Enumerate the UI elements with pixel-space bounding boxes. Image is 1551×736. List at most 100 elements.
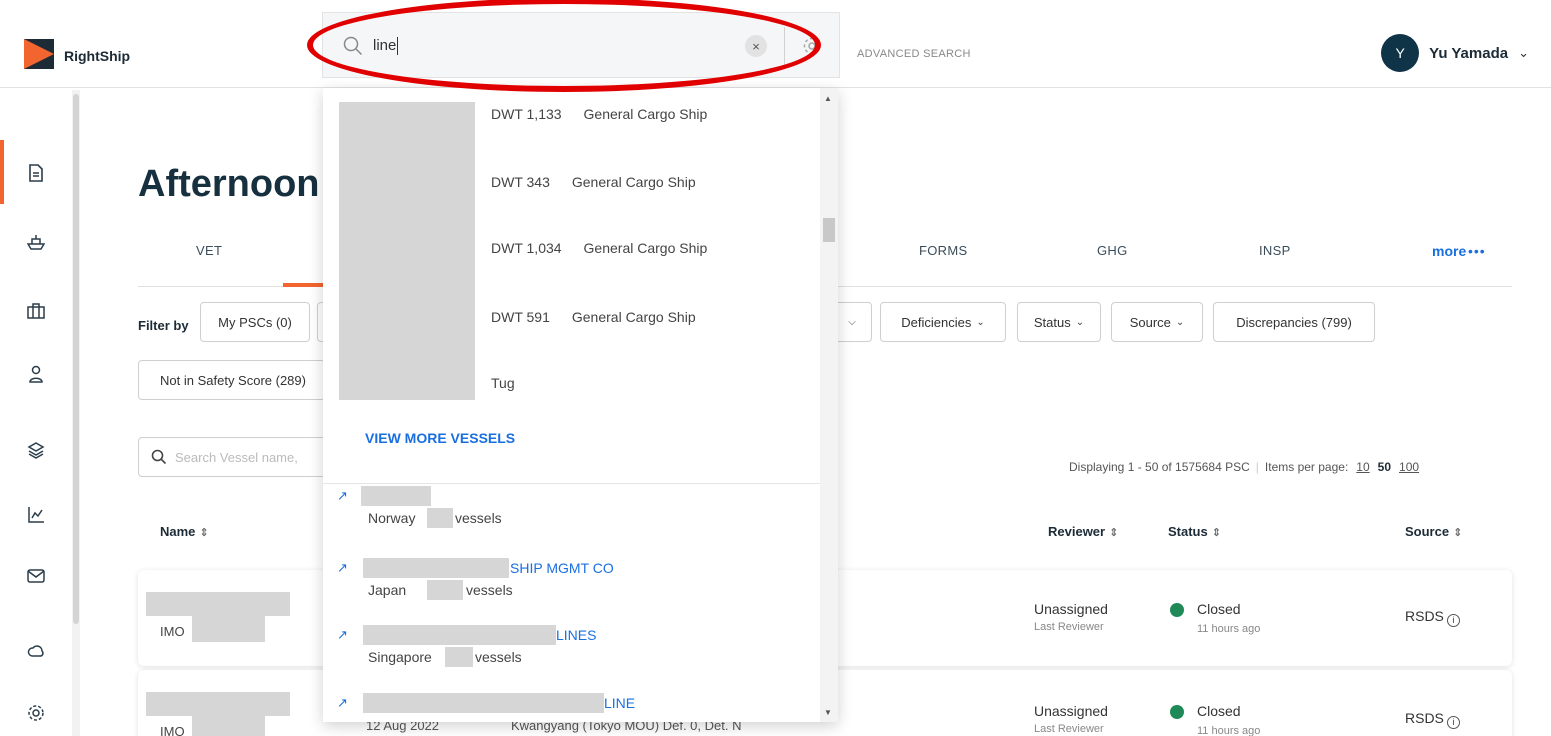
dropdown-scrollbar[interactable] <box>820 88 838 722</box>
scroll-down-arrow-icon[interactable]: ▼ <box>824 708 832 717</box>
vessel-search-input[interactable]: Search Vessel name, <box>138 437 338 477</box>
external-link-icon: ↗ <box>337 627 348 642</box>
document-icon[interactable] <box>25 162 47 184</box>
filter-chip-partial-right[interactable]: ⌵ <box>832 302 872 342</box>
column-header-reviewer[interactable]: Reviewer ⇕ <box>1048 524 1118 539</box>
rightship-logo-icon[interactable] <box>24 39 54 69</box>
info-icon[interactable]: i <box>1446 614 1460 627</box>
chart-icon[interactable] <box>25 504 47 526</box>
company-name-suffix: LINE <box>604 695 636 711</box>
vessel-result[interactable]: Tug <box>491 375 515 391</box>
more-dots-icon[interactable]: ••• <box>1468 243 1486 259</box>
view-more-vessels-link[interactable]: VIEW MORE VESSELS <box>365 430 515 446</box>
status-closed-dot <box>1170 603 1184 617</box>
items-per-page-10[interactable]: 10 <box>1356 460 1369 474</box>
status-time: 11 hours ago <box>1197 623 1261 635</box>
advanced-search-link[interactable]: ADVANCED SEARCH <box>857 48 971 60</box>
dropdown-divider <box>323 483 820 484</box>
search-query-value: line <box>373 36 397 54</box>
chevron-down-icon: ⌄ <box>1518 45 1529 60</box>
redacted-vessel-image <box>339 102 475 400</box>
user-menu[interactable]: Y Yu Yamada ⌄ <box>1381 34 1529 72</box>
global-search-bar[interactable]: line × <box>322 12 840 78</box>
vessel-result[interactable]: DWT 1,133 General Cargo Ship <box>491 106 707 122</box>
vessel-dwt: DWT 1,034 <box>491 240 562 256</box>
search-icon <box>343 36 363 56</box>
column-header-status[interactable]: Status ⇕ <box>1168 524 1221 539</box>
redacted-vessel-name <box>146 692 290 716</box>
redacted-imo-number <box>192 716 265 736</box>
search-settings-icon[interactable] <box>799 33 825 59</box>
status-value: Closed <box>1197 601 1241 617</box>
source-value: RSDS <box>1405 608 1444 624</box>
left-sidebar <box>0 88 70 736</box>
items-per-page-100[interactable]: 100 <box>1399 460 1419 474</box>
chevron-down-icon: ⌵ <box>848 316 856 328</box>
scroll-up-arrow-icon[interactable]: ▲ <box>824 94 832 103</box>
filter-not-in-safety-score[interactable]: Not in Safety Score (289) <box>138 360 328 400</box>
filter-my-pscs[interactable]: My PSCs (0) <box>200 302 310 342</box>
filter-deficiencies[interactable]: Deficiencies ⌄ <box>880 302 1006 342</box>
vessel-dwt: DWT 591 <box>491 309 550 325</box>
ship-icon[interactable] <box>25 231 47 253</box>
tab-insp[interactable]: INSP <box>1259 243 1291 258</box>
column-header-source[interactable]: Source ⇕ <box>1405 524 1462 539</box>
filter-source[interactable]: Source ⌄ <box>1111 302 1203 342</box>
status-value: Closed <box>1197 703 1241 719</box>
reviewer-sub-label: Last Reviewer <box>1034 621 1104 633</box>
company-result[interactable]: ↗ SHIP MGMT CO Japan vessels <box>337 558 817 608</box>
avatar: Y <box>1381 34 1420 72</box>
sort-icon: ⇕ <box>1109 527 1119 539</box>
reviewer-sub-label: Last Reviewer <box>1034 723 1104 735</box>
settings-icon[interactable] <box>25 702 47 724</box>
sort-icon: ⇕ <box>1211 527 1221 539</box>
vessel-type: General Cargo Ship <box>583 106 708 122</box>
vessel-type: Tug <box>491 375 515 391</box>
pagination-info: Displaying 1 - 50 of 1575684 PSC | Items p… <box>1069 460 1420 474</box>
company-name-suffix: SHIP MGMT CO <box>510 560 614 576</box>
items-per-page-50[interactable]: 50 <box>1378 460 1391 474</box>
tab-vet[interactable]: VET <box>196 243 222 258</box>
redacted-vessel-count <box>427 508 453 528</box>
sidebar-scrollbar-thumb[interactable] <box>73 94 79 624</box>
page-greeting: Afternoon <box>138 163 320 205</box>
vessel-dwt: DWT 1,133 <box>491 106 562 122</box>
briefcase-icon[interactable] <box>25 300 47 322</box>
vessel-result[interactable]: DWT 1,034 General Cargo Ship <box>491 240 707 256</box>
company-result[interactable]: ↗ LINE <box>337 693 817 722</box>
info-icon[interactable]: i <box>1446 716 1460 729</box>
search-divider <box>784 27 785 65</box>
company-vessels-label: vessels <box>455 510 502 526</box>
tab-more[interactable]: more <box>1432 243 1466 259</box>
vessel-type: General Cargo Ship <box>571 174 696 190</box>
user-name: Yu Yamada <box>1429 44 1509 62</box>
column-header-name[interactable]: Name ⇕ <box>160 524 209 539</box>
vessel-dwt: DWT 343 <box>491 174 550 190</box>
filter-source-label: Source <box>1129 314 1171 330</box>
tab-ghg[interactable]: GHG <box>1097 243 1128 258</box>
status-closed-dot <box>1170 705 1184 719</box>
chevron-down-icon: ⌄ <box>1075 316 1085 328</box>
dropdown-scrollbar-thumb[interactable] <box>823 218 835 242</box>
column-name-label: Name <box>160 524 196 539</box>
filter-not-in-safety-score-label: Not in Safety Score (289) <box>160 372 306 388</box>
mail-icon[interactable] <box>25 565 47 587</box>
cloud-icon[interactable] <box>25 639 47 661</box>
vessel-result[interactable]: DWT 343 General Cargo Ship <box>491 174 696 190</box>
brand-name[interactable]: RightShip <box>64 48 130 64</box>
search-icon <box>151 449 167 465</box>
layers-icon[interactable] <box>25 439 47 461</box>
filter-discrepancies[interactable]: Discrepancies (799) <box>1213 302 1375 342</box>
filter-status[interactable]: Status ⌄ <box>1017 302 1101 342</box>
company-result[interactable]: ↗ Norway vessels <box>337 486 817 536</box>
tab-forms[interactable]: FORMS <box>919 243 967 258</box>
redacted-company-name <box>361 486 431 506</box>
clear-search-button[interactable]: × <box>745 35 767 57</box>
company-result[interactable]: ↗ LINES Singapore vessels <box>337 625 817 675</box>
person-icon[interactable] <box>25 363 47 385</box>
redacted-company-name <box>363 625 556 645</box>
display-count: Displaying 1 - 50 of 1575684 PSC <box>1069 460 1250 474</box>
redacted-vessel-count <box>445 647 473 667</box>
vessel-result[interactable]: DWT 591 General Cargo Ship <box>491 309 696 325</box>
global-search-input[interactable]: line <box>323 13 783 79</box>
